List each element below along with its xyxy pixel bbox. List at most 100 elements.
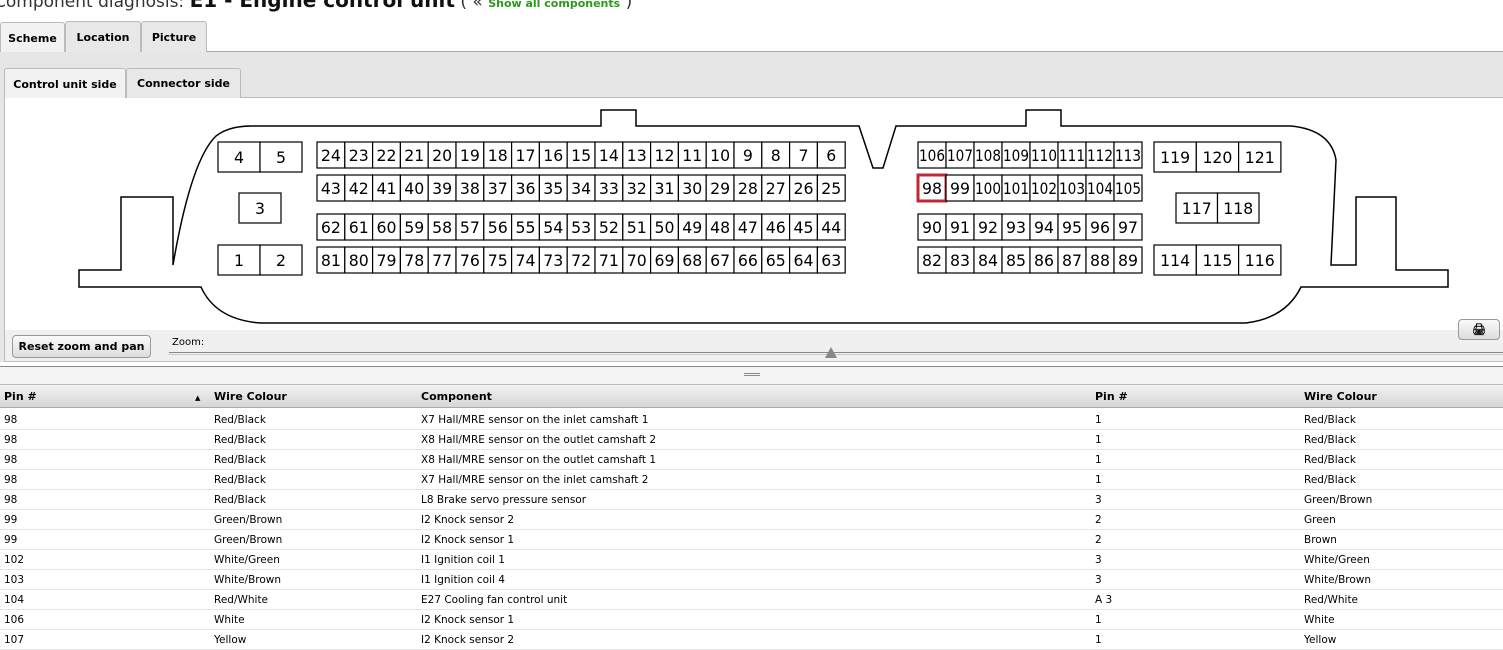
pin-label: 44 [821, 218, 841, 237]
cell-component: X7 Hall/MRE sensor on the inlet camshaft… [421, 414, 649, 426]
cell-component: I1 Ignition coil 1 [421, 554, 505, 566]
pin-label: 94 [1034, 218, 1054, 237]
table-row[interactable]: 98 Red/Black X8 Hall/MRE sensor on the out… [0, 450, 1503, 470]
pin-label: 68 [682, 251, 702, 270]
splitter-handle[interactable] [0, 366, 1503, 384]
pin-label: 65 [766, 251, 786, 270]
pin-label: 118 [1223, 199, 1253, 218]
pin-label: 104 [1087, 179, 1113, 198]
pin-label: 4 [234, 148, 244, 167]
pin-label: 96 [1090, 218, 1110, 237]
show-all-components-link[interactable]: Show all components [488, 0, 620, 10]
table-row[interactable]: 99 Green/Brown I2 Knock sensor 1 2 Brown [0, 530, 1503, 550]
pin-label: 85 [1006, 251, 1026, 270]
pin-label: 78 [404, 251, 424, 270]
cell-pin-2: 1 [1095, 474, 1102, 486]
cell-wire-colour: Green/Brown [214, 534, 283, 546]
tab-scheme[interactable]: Scheme [0, 22, 65, 54]
pin-label: 99 [950, 179, 970, 198]
tab-connector-side[interactable]: Connector side [126, 68, 241, 98]
pin-label: 40 [404, 179, 424, 198]
table-row[interactable]: 107 Yellow I2 Knock sensor 2 1 Yellow [0, 630, 1503, 650]
cell-wire-colour-2: White/Brown [1304, 574, 1372, 586]
pin-label: 91 [950, 218, 970, 237]
pin-label: 61 [349, 218, 369, 237]
table-row[interactable]: 102 White/Green I1 Ignition coil 1 3 White/G… [0, 550, 1503, 570]
connector-diagram[interactable]: 24 23 22 21 20 19 18 17 16 15 14 13 12 11 10 9 8 7 6 43 42 41… [4, 98, 1503, 330]
pin-label: 57 [460, 218, 480, 237]
col-wire-colour-2[interactable]: Wire Colour [1304, 390, 1377, 403]
pin-label: 28 [738, 179, 758, 198]
pin-label: 72 [571, 251, 591, 270]
print-button[interactable]: 🖨 [1458, 319, 1500, 340]
pin-label: 86 [1034, 251, 1054, 270]
pin-label: 48 [710, 218, 730, 237]
pin-label: 58 [432, 218, 452, 237]
col-pin[interactable]: Pin # [4, 390, 37, 403]
cell-component: I2 Knock sensor 1 [421, 534, 515, 546]
pin-label: 23 [349, 146, 369, 165]
tab-control-unit-side[interactable]: Control unit side [4, 68, 126, 99]
pin-label: 82 [922, 251, 942, 270]
cell-component: I2 Knock sensor 1 [421, 614, 515, 626]
pin-label: 115 [1202, 251, 1232, 270]
pin-label: 71 [599, 251, 619, 270]
cell-pin: 103 [4, 574, 25, 586]
pin-label: 3 [255, 199, 265, 218]
tab-location[interactable]: Location [65, 21, 141, 52]
cell-wire-colour-2: Red/Black [1304, 414, 1356, 426]
pin-label: 88 [1090, 251, 1110, 270]
reset-zoom-button[interactable]: Reset zoom and pan [12, 335, 151, 358]
table-row[interactable]: 106 White I2 Knock sensor 1 1 White [0, 610, 1503, 630]
pin-label: 66 [738, 251, 758, 270]
pin-label: 24 [321, 146, 341, 165]
pin-label: 83 [950, 251, 970, 270]
tab-picture[interactable]: Picture [141, 21, 207, 52]
pin-label: 53 [571, 218, 591, 237]
cell-wire-colour-2: Red/Black [1304, 454, 1356, 466]
pin-label: 47 [738, 218, 758, 237]
table-row[interactable]: 99 Green/Brown I2 Knock sensor 2 2 Green [0, 510, 1503, 530]
pin-label: 19 [460, 146, 480, 165]
cell-pin: 98 [4, 494, 18, 506]
pin-label: 10 [710, 146, 730, 165]
table-row[interactable]: 104 Red/White E27 Cooling fan control unit… [0, 590, 1503, 610]
cell-component: I2 Knock sensor 2 [421, 514, 515, 526]
pin-label: 119 [1160, 148, 1190, 167]
pin-label: 25 [821, 179, 841, 198]
pin-label: 56 [488, 218, 508, 237]
pin-label: 84 [978, 251, 998, 270]
cell-pin-2: 1 [1095, 634, 1102, 646]
pin-label: 1 [234, 251, 244, 270]
table-row[interactable]: 98 Red/Black X8 Hall/MRE sensor on the out… [0, 430, 1503, 450]
pin-label: 32 [627, 179, 647, 198]
table-row[interactable]: 98 Red/Black L8 Brake servo pressure senso… [0, 490, 1503, 510]
cell-wire-colour-2: Red/White [1304, 594, 1359, 606]
table-row[interactable]: 103 White/Brown I1 Ignition coil 4 3 White/B… [0, 570, 1503, 590]
page-title: Component diagnosis: E1 - Engine control… [0, 0, 632, 12]
cell-component: X8 Hall/MRE sensor on the outlet camshaf… [421, 454, 657, 466]
cell-wire-colour-2: White/Green [1304, 554, 1370, 566]
cell-component: I2 Knock sensor 2 [421, 634, 515, 646]
cell-component: I1 Ignition coil 4 [421, 574, 505, 586]
cell-wire-colour: Red/Black [214, 474, 266, 486]
pin-label: 60 [377, 218, 397, 237]
table-row[interactable]: 98 Red/Black X7 Hall/MRE sensor on the inl… [0, 470, 1503, 490]
pin-label: 18 [488, 146, 508, 165]
zoom-slider-thumb[interactable] [824, 347, 837, 358]
col-pin-2[interactable]: Pin # [1095, 390, 1128, 403]
pin-label: 120 [1202, 148, 1232, 167]
cell-pin: 104 [4, 594, 25, 606]
pin-label: 108 [975, 146, 1001, 165]
pin-label: 81 [321, 251, 341, 270]
col-wire-colour[interactable]: Wire Colour [214, 390, 287, 403]
cell-pin-2: A 3 [1095, 594, 1113, 606]
pin-label: 93 [1006, 218, 1026, 237]
table-row[interactable]: 98 Red/Black X7 Hall/MRE sensor on the inl… [0, 410, 1503, 430]
pin-label: 114 [1160, 251, 1190, 270]
cell-pin-2: 3 [1095, 554, 1102, 566]
pin-label: 87 [1062, 251, 1082, 270]
cell-wire-colour-2: Green/Brown [1304, 494, 1373, 506]
col-component[interactable]: Component [421, 390, 492, 403]
zoom-label: Zoom: [172, 337, 205, 348]
